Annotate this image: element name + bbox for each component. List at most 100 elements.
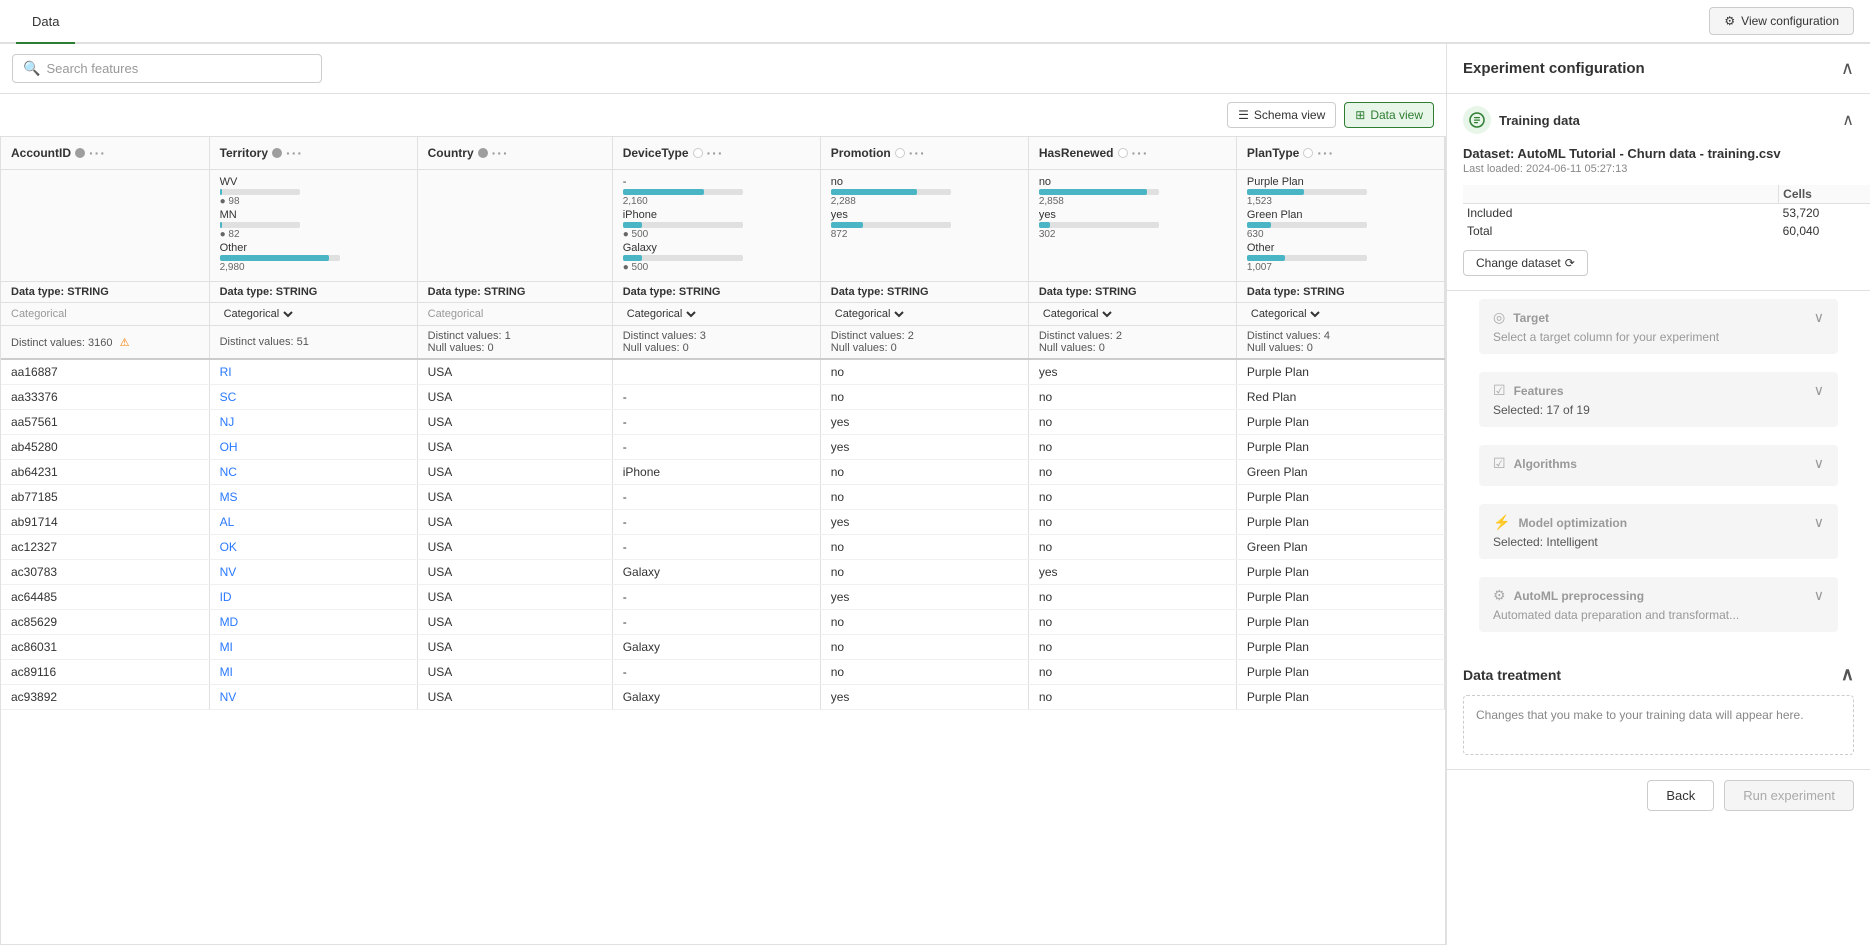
schema-view-button[interactable]: ☰ Schema view <box>1227 102 1336 128</box>
meta-plantype: Data type: STRING <box>1236 282 1444 303</box>
cell-hasrenewed: no <box>1028 410 1236 435</box>
meta-country: Data type: STRING <box>417 282 612 303</box>
col-menu-plantype[interactable]: ··· <box>1317 145 1334 161</box>
territory-link[interactable]: NJ <box>220 415 235 429</box>
cell-country: USA <box>417 610 612 635</box>
cell-territory: NC <box>209 460 417 485</box>
change-dataset-button[interactable]: Change dataset ⟳ <box>1463 250 1588 276</box>
col-menu-devicetype[interactable]: ··· <box>707 145 724 161</box>
territory-link[interactable]: NC <box>220 465 237 479</box>
cell-accountid: aa57561 <box>1 410 209 435</box>
cell-country: USA <box>417 410 612 435</box>
model-optimization-section: ⚡ Model optimization ∨ Selected: Intelli… <box>1463 504 1854 569</box>
summary-accountid <box>1 170 209 282</box>
cell-accountid: ac64485 <box>1 585 209 610</box>
cell-accountid: ac30783 <box>1 560 209 585</box>
cell-promotion: no <box>820 535 1028 560</box>
data-view-button[interactable]: ⊞ Data view <box>1344 102 1434 128</box>
cell-plantype: Green Plan <box>1236 535 1444 560</box>
dataset-loaded: Last loaded: 2024-06-11 05:27:13 <box>1463 163 1854 175</box>
cell-promotion: no <box>820 610 1028 635</box>
cell-accountid: ab91714 <box>1 510 209 535</box>
algorithms-section: ☑ Algorithms ∨ <box>1463 445 1854 496</box>
territory-link[interactable]: MD <box>220 615 239 629</box>
data-tab[interactable]: Data <box>16 0 75 44</box>
cell-hasrenewed: no <box>1028 635 1236 660</box>
cell-plantype: Green Plan <box>1236 460 1444 485</box>
experiment-config-title: Experiment configuration <box>1463 60 1645 77</box>
type-country: Categorical <box>417 303 612 326</box>
collapse-right-panel-icon[interactable]: ∧ <box>1841 58 1854 79</box>
table-row: ac30783NVUSAGalaxynoyesPurple Plan <box>1 560 1445 585</box>
cell-territory: ID <box>209 585 417 610</box>
territory-link[interactable]: MI <box>220 665 233 679</box>
table-row: aa33376SCUSA-nonoRed Plan <box>1 385 1445 410</box>
summary-row: WV ● 98 MN ● 82 Other <box>1 170 1445 282</box>
search-input[interactable] <box>46 61 311 76</box>
stats-included-label: Included <box>1463 204 1779 223</box>
cell-territory: AL <box>209 510 417 535</box>
type-select-devicetype[interactable]: Categorical <box>623 307 699 321</box>
algorithms-chevron[interactable]: ∨ <box>1814 455 1824 472</box>
territory-link[interactable]: NV <box>220 565 237 579</box>
training-data-chevron[interactable]: ∧ <box>1842 110 1854 130</box>
meta-devicetype: Data type: STRING <box>612 282 820 303</box>
cell-hasrenewed: yes <box>1028 359 1236 385</box>
type-select-plantype[interactable]: Categorical <box>1247 307 1323 321</box>
stats-total-row: Total 60,040 19 3,160 <box>1463 222 1870 240</box>
territory-link[interactable]: RI <box>220 365 232 379</box>
summary-plantype: Purple Plan 1,523 Green Plan 630 <box>1236 170 1444 282</box>
territory-link[interactable]: SC <box>220 390 237 404</box>
territory-link[interactable]: ID <box>220 590 232 604</box>
cell-promotion: yes <box>820 585 1028 610</box>
cell-hasrenewed: no <box>1028 610 1236 635</box>
distinct-accountid: Distinct values: 3160 ⚠ <box>1 326 209 360</box>
col-menu-promotion[interactable]: ··· <box>909 145 926 161</box>
algorithms-icon: ☑ <box>1493 455 1506 472</box>
table-row: ab64231NCUSAiPhonenonoGreen Plan <box>1 460 1445 485</box>
back-button[interactable]: Back <box>1647 780 1714 811</box>
table-row: ac85629MDUSA-nonoPurple Plan <box>1 610 1445 635</box>
territory-link[interactable]: AL <box>220 515 235 529</box>
model-optimization-chevron[interactable]: ∨ <box>1814 514 1824 531</box>
automl-preprocessing-value: Automated data preparation and transform… <box>1493 608 1824 622</box>
dataset-name: Dataset: AutoML Tutorial - Churn data - … <box>1463 146 1854 161</box>
territory-link[interactable]: NV <box>220 690 237 704</box>
territory-link[interactable]: MI <box>220 640 233 654</box>
data-treatment-collapse-icon[interactable]: ∧ <box>1841 664 1854 685</box>
col-menu-country[interactable]: ··· <box>492 145 509 161</box>
cell-promotion: no <box>820 660 1028 685</box>
type-select-territory[interactable]: Categorical <box>220 307 296 321</box>
schema-icon: ☰ <box>1238 108 1249 122</box>
cell-promotion: no <box>820 485 1028 510</box>
type-select-promotion[interactable]: Categorical <box>831 307 907 321</box>
col-menu-territory[interactable]: ··· <box>286 145 303 161</box>
view-configuration-button[interactable]: ⚙ View configuration <box>1709 7 1854 35</box>
features-chevron[interactable]: ∨ <box>1814 382 1824 399</box>
distinct-hasrenewed: Distinct values: 2Null values: 0 <box>1028 326 1236 360</box>
cell-territory: OK <box>209 535 417 560</box>
run-experiment-button[interactable]: Run experiment <box>1724 780 1854 811</box>
summary-hasrenewed: no 2,858 yes 302 <box>1028 170 1236 282</box>
automl-preprocessing-chevron[interactable]: ∨ <box>1814 587 1824 604</box>
cell-promotion: no <box>820 385 1028 410</box>
territory-link[interactable]: OK <box>220 540 237 554</box>
summary-country <box>417 170 612 282</box>
stats-total-label: Total <box>1463 222 1779 240</box>
col-menu-accountid[interactable]: ··· <box>89 145 106 161</box>
cell-promotion: no <box>820 460 1028 485</box>
territory-link[interactable]: OH <box>220 440 238 454</box>
distinct-territory: Distinct values: 51 <box>209 326 417 360</box>
cell-plantype: Purple Plan <box>1236 635 1444 660</box>
right-panel: Experiment configuration ∧ Training data… <box>1446 44 1870 945</box>
type-plantype: Categorical <box>1236 303 1444 326</box>
cell-plantype: Red Plan <box>1236 385 1444 410</box>
cell-devicetype: - <box>612 535 820 560</box>
territory-link[interactable]: MS <box>220 490 238 504</box>
col-menu-hasrenewed[interactable]: ··· <box>1132 145 1149 161</box>
cell-accountid: aa16887 <box>1 359 209 385</box>
cell-territory: NV <box>209 685 417 710</box>
type-select-hasrenewed[interactable]: Categorical <box>1039 307 1115 321</box>
data-treatment: Data treatment ∧ Changes that you make t… <box>1447 650 1870 769</box>
target-chevron[interactable]: ∨ <box>1814 309 1824 326</box>
